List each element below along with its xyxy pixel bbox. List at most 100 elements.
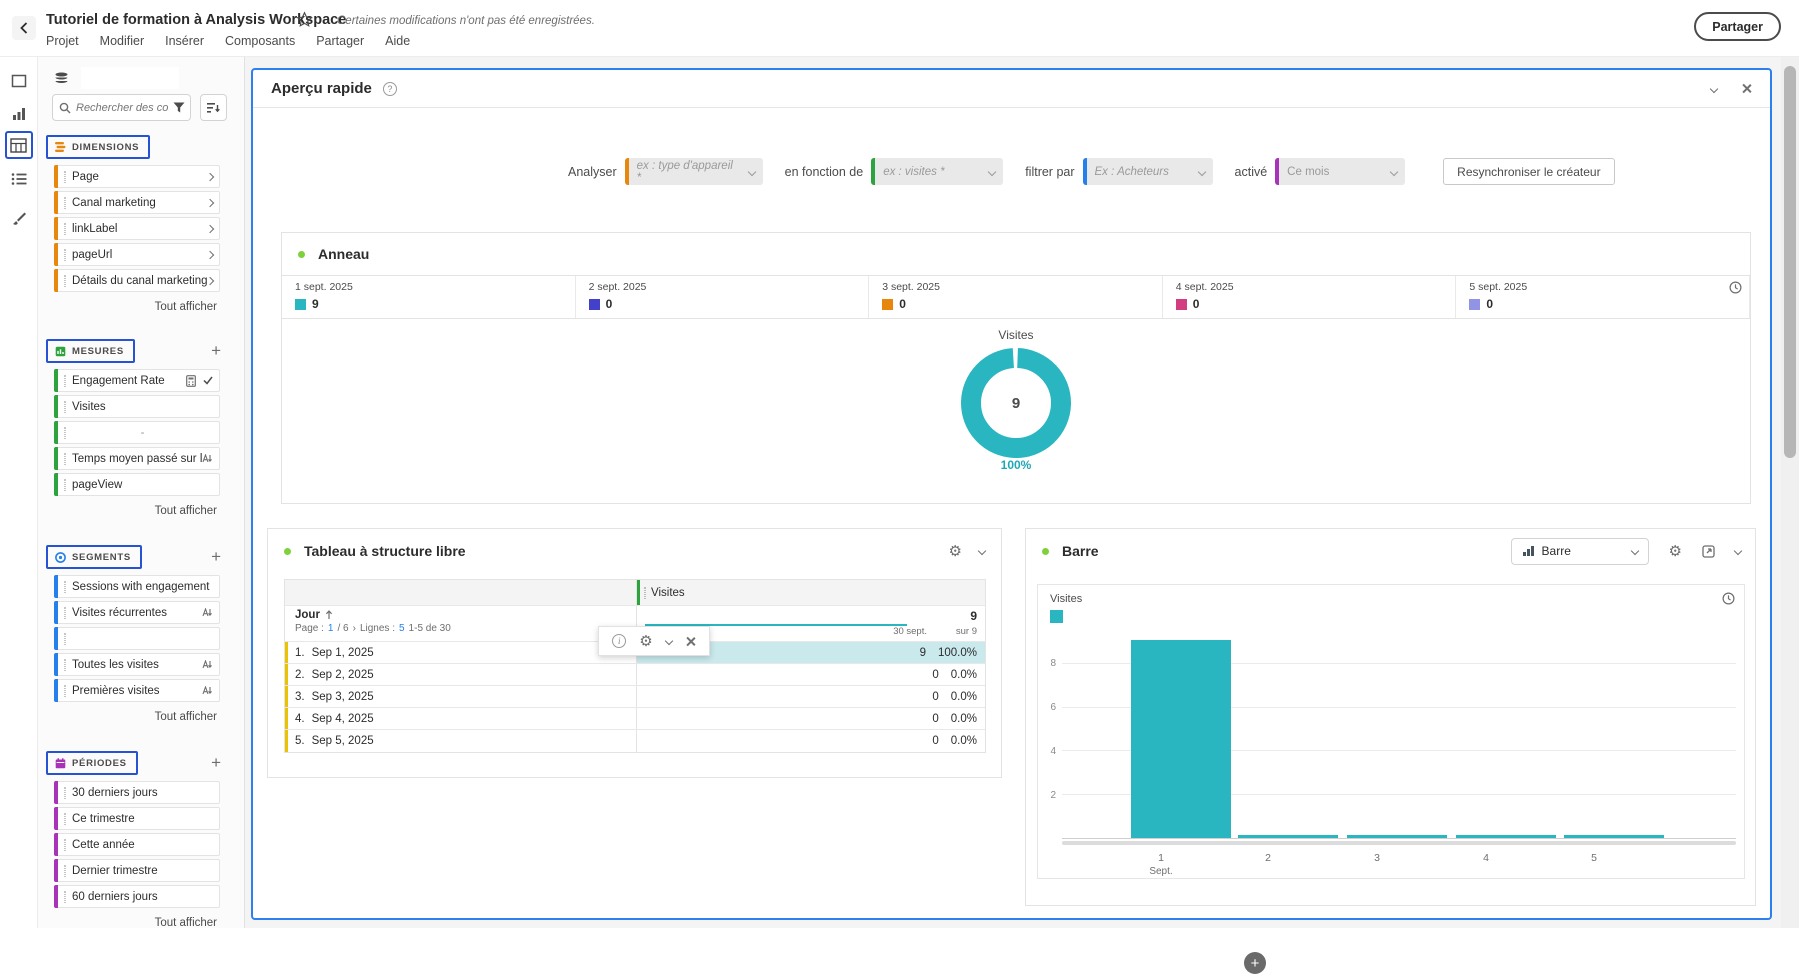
- date-range-item[interactable]: Cette année: [54, 833, 220, 856]
- y-tick: 8: [1040, 658, 1056, 669]
- date-range-dropdown[interactable]: Ce mois: [1275, 158, 1405, 185]
- dimension-item[interactable]: pageUrl: [54, 243, 220, 266]
- dimension-item[interactable]: Page: [54, 165, 220, 188]
- expand-icon[interactable]: [1702, 545, 1715, 558]
- freeform-tables-icon[interactable]: [5, 131, 33, 159]
- clock-icon[interactable]: [1722, 592, 1735, 605]
- based-on-dropdown[interactable]: ex : visites *: [871, 158, 1003, 185]
- shared-badge-icon: [202, 608, 213, 617]
- metric-item[interactable]: pageView: [54, 473, 220, 496]
- date-range-item[interactable]: Dernier trimestre: [54, 859, 220, 882]
- legend-cell[interactable]: 1 sept. 2025 9: [282, 276, 576, 318]
- show-all-segments[interactable]: Tout afficher: [155, 711, 217, 723]
- search-input[interactable]: [76, 102, 168, 114]
- menu-projet[interactable]: Projet: [46, 34, 79, 48]
- menu-aide[interactable]: Aide: [385, 34, 410, 48]
- metric-item[interactable]: Temps moyen passé sur le…: [54, 447, 220, 470]
- back-button[interactable]: [12, 16, 36, 40]
- menu-composants[interactable]: Composants: [225, 34, 295, 48]
- quick-insights-builder: Analyser ex : type d'appareil * en fonct…: [568, 158, 1615, 185]
- column-settings-gear-icon[interactable]: ⚙: [639, 634, 652, 649]
- add-metric-button[interactable]: +: [211, 340, 221, 362]
- show-all-metrics[interactable]: Tout afficher: [155, 505, 217, 517]
- legend-cell[interactable]: 4 sept. 2025 0: [1163, 276, 1457, 318]
- date-range-item[interactable]: 30 derniers jours: [54, 781, 220, 804]
- table-corner-cell: [285, 580, 637, 605]
- close-panel-icon[interactable]: [1741, 83, 1752, 94]
- rows-per-page[interactable]: 5: [399, 623, 405, 634]
- check-icon: [203, 376, 213, 385]
- mesures-header[interactable]: MESURES: [46, 339, 135, 363]
- dimension-item[interactable]: linkLabel: [54, 217, 220, 240]
- dimension-item[interactable]: Détails du canal marketing: [54, 269, 220, 292]
- legend-cell[interactable]: 2 sept. 2025 0: [576, 276, 870, 318]
- add-segment-button[interactable]: +: [211, 546, 221, 568]
- filter-by-dropdown[interactable]: Ex : Acheteurs: [1083, 158, 1213, 185]
- panel-title: Aperçu rapide: [271, 80, 372, 97]
- metric-item[interactable]: -: [54, 421, 220, 444]
- bar-title: Barre: [1062, 543, 1099, 559]
- segment-item[interactable]: Sessions with engagement (cu…: [54, 575, 220, 598]
- analyze-dropdown[interactable]: ex : type d'appareil *: [625, 158, 763, 185]
- next-page-chevron[interactable]: ›: [353, 623, 356, 634]
- table-collapse-icon[interactable]: [978, 547, 986, 555]
- segment-item[interactable]: [54, 627, 220, 650]
- table-row[interactable]: 4.Sep 4, 2025 00.0%: [285, 708, 985, 730]
- legend-swatch: [882, 299, 893, 310]
- info-icon[interactable]: i: [612, 634, 626, 648]
- bar-collapse-icon[interactable]: [1734, 547, 1742, 555]
- metric-column-header[interactable]: Visites: [637, 580, 985, 605]
- viz-type-dropdown[interactable]: Barre: [1511, 538, 1649, 565]
- quick-insights-panel: Aperçu rapide ? Analyser ex : type d'app…: [251, 68, 1772, 920]
- segments-header[interactable]: SEGMENTS: [46, 545, 142, 569]
- menu-modifier[interactable]: Modifier: [100, 34, 144, 48]
- date-range-item[interactable]: Ce trimestre: [54, 807, 220, 830]
- enabled-label: activé: [1235, 165, 1268, 179]
- periodes-header[interactable]: PÉRIODES: [46, 751, 138, 775]
- table-row[interactable]: 3.Sep 3, 2025 00.0%: [285, 686, 985, 708]
- column-hover-toolbar: i ⚙: [598, 626, 710, 656]
- add-date-range-button[interactable]: +: [211, 752, 221, 774]
- bar-settings-gear-icon[interactable]: ⚙: [1669, 544, 1682, 559]
- segment-item[interactable]: Visites récurrentes: [54, 601, 220, 624]
- remove-column-icon[interactable]: [685, 636, 696, 647]
- legend-cell[interactable]: 3 sept. 2025 0: [869, 276, 1163, 318]
- clock-icon[interactable]: [1729, 281, 1742, 294]
- report-suite-selector[interactable]: [81, 67, 179, 89]
- metric-item[interactable]: Engagement Rate: [54, 369, 220, 392]
- scrollbar-thumb[interactable]: [1784, 66, 1796, 458]
- sort-button[interactable]: [200, 94, 227, 121]
- dimension-header-cell[interactable]: Jour Page : 1 / 6 › Lignes : 5 1-5 de 30: [285, 606, 637, 641]
- dimension-item[interactable]: Canal marketing: [54, 191, 220, 214]
- segment-item[interactable]: Premières visites: [54, 679, 220, 702]
- segment-item[interactable]: Toutes les visites: [54, 653, 220, 676]
- table-row[interactable]: 2.Sep 2, 2025 00.0%: [285, 664, 985, 686]
- show-all-dimensions[interactable]: Tout afficher: [155, 301, 217, 313]
- dimensions-header[interactable]: DIMENSIONS: [46, 135, 150, 159]
- star-icon[interactable]: [296, 11, 313, 28]
- menu-inserer[interactable]: Insérer: [165, 34, 204, 48]
- column-dropdown-chevron[interactable]: [664, 637, 672, 645]
- menu-partager[interactable]: Partager: [316, 34, 364, 48]
- help-icon[interactable]: ?: [383, 82, 397, 96]
- filter-funnel-icon[interactable]: [173, 102, 185, 113]
- top-bar: Tutoriel de formation à Analysis Workspa…: [0, 0, 1799, 57]
- table-row[interactable]: 5.Sep 5, 2025 00.0%: [285, 730, 985, 752]
- components-list-icon[interactable]: [5, 165, 33, 193]
- sort-ascending-icon[interactable]: [325, 610, 333, 620]
- visualizations-icon[interactable]: [5, 100, 33, 128]
- panels-icon[interactable]: [5, 67, 33, 95]
- legend-cell[interactable]: 5 sept. 2025 0: [1456, 276, 1750, 318]
- style-brush-icon[interactable]: [5, 205, 33, 233]
- show-all-date-ranges[interactable]: Tout afficher: [155, 917, 217, 929]
- page-number[interactable]: 1: [328, 623, 334, 634]
- unsaved-changes-notice: Certaines modifications n'ont pas été en…: [337, 15, 595, 27]
- resync-builder-button[interactable]: Resynchroniser le créateur: [1443, 158, 1614, 185]
- add-visualization-button[interactable]: +: [1244, 952, 1266, 974]
- metric-item[interactable]: Visites: [54, 395, 220, 418]
- date-range-item[interactable]: 60 derniers jours: [54, 885, 220, 908]
- filter-by-label: filtrer par: [1025, 165, 1074, 179]
- table-settings-gear-icon[interactable]: ⚙: [949, 544, 962, 559]
- collapse-panel-icon[interactable]: [1710, 84, 1718, 92]
- share-button[interactable]: Partager: [1694, 12, 1781, 41]
